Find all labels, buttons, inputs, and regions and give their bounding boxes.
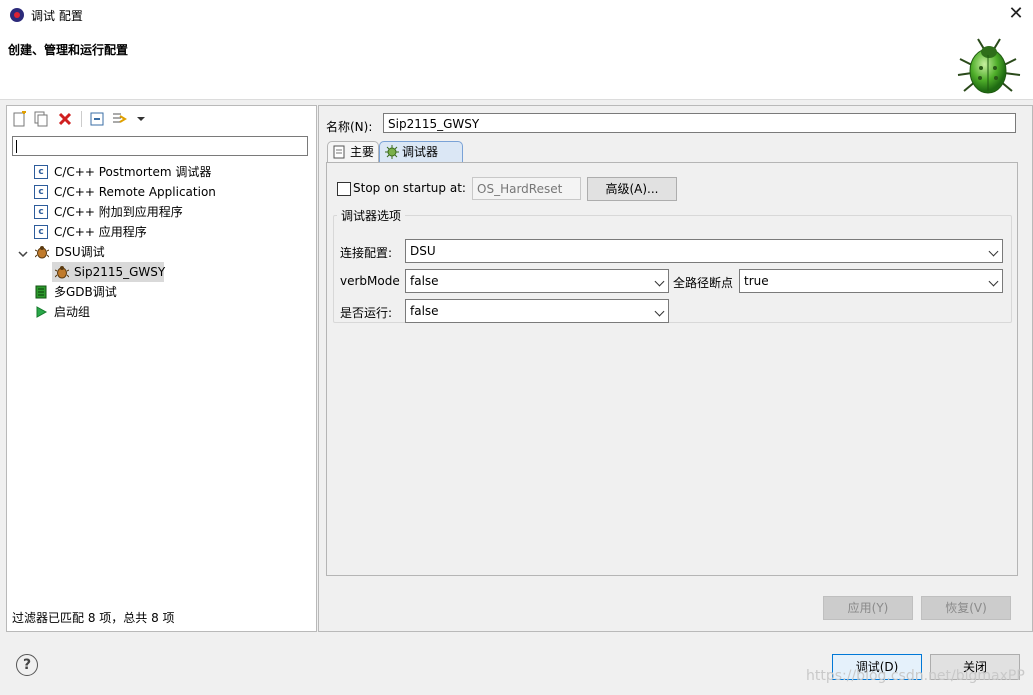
breakpoint-value: true — [744, 274, 769, 288]
filter-icon[interactable] — [111, 111, 127, 127]
delete-icon[interactable] — [57, 111, 73, 127]
tab-label: 主要 — [350, 145, 375, 159]
window-title: 调试 配置 — [31, 9, 83, 23]
chevron-down-icon — [988, 246, 999, 257]
bug-icon — [54, 265, 70, 279]
eclipse-icon — [10, 8, 24, 22]
filter-status: 过滤器已匹配 8 项，总共 8 项 — [12, 611, 175, 625]
watermark: https://blog.csdn.net/bigmaxPP — [806, 668, 1025, 684]
collapse-all-icon[interactable] — [89, 111, 105, 127]
run-select[interactable]: false — [405, 299, 669, 323]
tree-item-label: Sip2115_GWSY — [74, 265, 166, 279]
new-configuration-icon[interactable] — [12, 110, 28, 127]
bug-icon — [950, 35, 1030, 97]
toolbar-divider — [81, 111, 82, 127]
duplicate-icon[interactable] — [33, 111, 49, 127]
chevron-down-icon[interactable] — [17, 246, 31, 260]
apply-button[interactable]: 应用(Y) — [823, 596, 913, 620]
tab-label: 调试器 — [402, 145, 439, 159]
bug-icon — [34, 245, 50, 259]
filter-input[interactable] — [12, 136, 308, 156]
chevron-down-icon — [654, 306, 665, 317]
group-title: 调试器选项 — [337, 207, 406, 224]
verbmode-label: verbMode — [340, 274, 400, 288]
launch-group-icon — [34, 305, 48, 319]
connection-value: DSU — [410, 244, 436, 258]
multi-gdb-icon — [34, 285, 48, 299]
c-config-icon: c — [34, 205, 48, 219]
tree-item-selected[interactable]: Sip2115_GWSY — [52, 262, 166, 282]
breakpoint-label: 全路径断点 — [673, 276, 734, 290]
tree-item-label: 多GDB调试 — [54, 285, 117, 299]
chevron-down-icon — [654, 276, 665, 287]
breakpoint-select[interactable]: true — [739, 269, 1003, 293]
dialog-header: 创建、管理和运行配置 — [0, 31, 1033, 100]
tree-toolbar — [7, 106, 316, 132]
tab-debugger[interactable]: 调试器 — [379, 141, 463, 163]
name-label: 名称(N): — [326, 120, 373, 134]
stop-on-startup-label: Stop on startup at: — [353, 181, 466, 195]
title-bar: 调试 配置 ✕ — [0, 0, 1033, 31]
name-input[interactable]: Sip2115_GWSY — [383, 113, 1016, 133]
tab-bar: 主要 调试器 — [327, 141, 1017, 163]
configuration-editor-panel: 名称(N): Sip2115_GWSY 主要 调试器 Stop on start… — [318, 105, 1033, 632]
tree-item-label: DSU调试 — [55, 245, 105, 259]
configuration-tree-panel: c C/C++ Postmortem 调试器 c C/C++ Remote Ap… — [6, 105, 317, 632]
c-config-icon: c — [34, 185, 48, 199]
tree-item-label: C/C++ Remote Application — [54, 185, 216, 199]
connection-label: 连接配置: — [340, 246, 393, 260]
chevron-down-icon — [988, 276, 999, 287]
connection-select[interactable]: DSU — [405, 239, 1003, 263]
tree-item-label: C/C++ 应用程序 — [54, 225, 147, 239]
debugger-tab-content: Stop on startup at: OS_HardReset 高级(A)..… — [326, 162, 1018, 576]
advanced-button[interactable]: 高级(A)... — [587, 177, 677, 201]
chevron-down-icon[interactable] — [133, 111, 149, 127]
close-icon[interactable]: ✕ — [1006, 4, 1026, 24]
header-title: 创建、管理和运行配置 — [8, 43, 129, 57]
tree-item-label: C/C++ Postmortem 调试器 — [54, 165, 212, 179]
help-icon[interactable]: ? — [16, 654, 38, 676]
c-config-icon: c — [34, 165, 48, 179]
revert-button[interactable]: 恢复(V) — [921, 596, 1011, 620]
tree-item-label: C/C++ 附加到应用程序 — [54, 205, 183, 219]
verbmode-value: false — [410, 274, 439, 288]
verbmode-select[interactable]: false — [405, 269, 669, 293]
tree-item-label: 启动组 — [54, 305, 91, 319]
run-label: 是否运行: — [340, 306, 393, 320]
run-value: false — [410, 304, 439, 318]
tab-main[interactable]: 主要 — [327, 141, 379, 163]
c-config-icon: c — [34, 225, 48, 239]
stop-on-startup-input[interactable]: OS_HardReset — [472, 177, 581, 200]
stop-on-startup-checkbox[interactable] — [337, 182, 351, 196]
